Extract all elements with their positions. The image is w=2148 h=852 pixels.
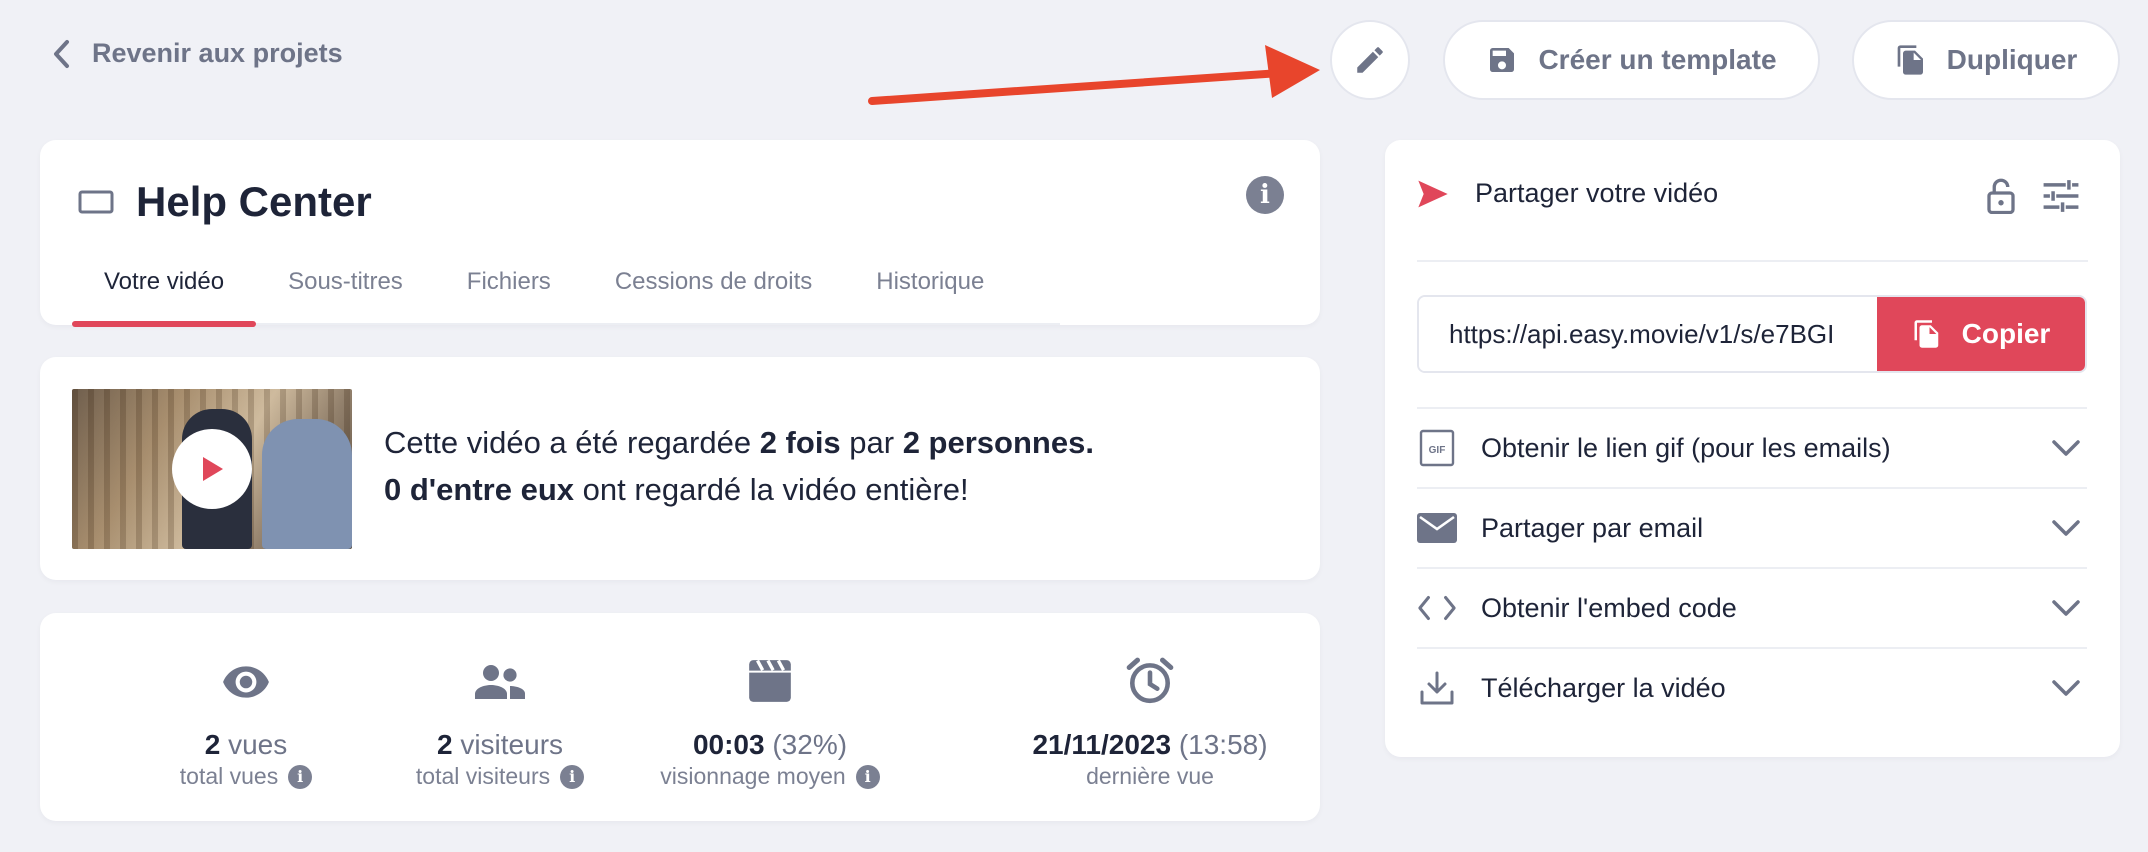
pencil-icon xyxy=(1357,47,1383,73)
info-icon[interactable]: i xyxy=(560,764,585,789)
eye-icon xyxy=(223,666,269,698)
people-count: 2 personnes. xyxy=(902,425,1094,460)
copy-label: Copier xyxy=(1961,318,2051,349)
accordion-share-email[interactable]: Partager par email xyxy=(1417,487,2087,567)
tab-cessions-de-droits[interactable]: Cessions de droits xyxy=(583,265,844,325)
settings-sliders-icon[interactable] xyxy=(2042,178,2080,214)
copy-button[interactable]: Copier xyxy=(1877,297,2085,371)
tab-fichiers[interactable]: Fichiers xyxy=(435,265,583,325)
project-tabs: Votre vidéo Sous-titres Fichiers Cession… xyxy=(72,265,1060,327)
info-icon[interactable]: i xyxy=(855,764,880,789)
lock-open-icon[interactable] xyxy=(1986,178,2016,214)
tab-sous-titres[interactable]: Sous-titres xyxy=(256,265,435,325)
gif-icon: GIF xyxy=(1419,429,1455,467)
chevron-down-icon xyxy=(2052,600,2080,616)
video-frame-icon xyxy=(78,190,114,214)
share-url-box: Copier xyxy=(1417,295,2087,373)
share-url-input[interactable] xyxy=(1419,297,1877,371)
stat-last-view: 21/11/2023 (13:58) dernière vue xyxy=(960,653,1340,790)
views-summary-card: Cette vidéo a été regardée 2 fois par 2 … xyxy=(40,357,1320,580)
send-icon xyxy=(1418,180,1448,207)
accordion-download-video[interactable]: Télécharger la vidéo xyxy=(1417,647,2087,727)
copy-icon xyxy=(1897,45,1923,75)
duplicate-button[interactable]: Dupliquer xyxy=(1852,20,2120,100)
chevron-down-icon xyxy=(2052,440,2080,456)
create-template-button[interactable]: Créer un template xyxy=(1443,20,1820,100)
alarm-clock-icon xyxy=(1126,657,1174,704)
back-link-label: Revenir aux projets xyxy=(92,38,343,68)
stat-average-watch: 00:03 (32%) visionnage moyen i xyxy=(620,653,920,790)
clapperboard-icon xyxy=(749,660,791,702)
project-header-card: Help Center i Votre vidéo Sous-titres Fi… xyxy=(40,140,1320,327)
play-icon xyxy=(203,457,223,481)
tab-historique[interactable]: Historique xyxy=(844,265,1016,325)
video-thumbnail[interactable] xyxy=(72,389,352,549)
save-icon xyxy=(1490,48,1515,72)
people-icon xyxy=(475,665,525,699)
accordion-embed-code[interactable]: Obtenir l'embed code xyxy=(1417,567,2087,647)
chevron-down-icon xyxy=(2052,680,2080,696)
accordion-gif-link[interactable]: GIF Obtenir le lien gif (pour les emails… xyxy=(1417,407,2087,487)
share-panel: Partager votre vidéo Copier GIF Obtenir … xyxy=(1385,140,2120,757)
info-icon[interactable]: i xyxy=(288,764,313,789)
annotation-arrow xyxy=(868,45,1320,105)
chevron-down-icon xyxy=(2052,520,2080,536)
stats-card: 2 vues total vues i 2 visiteurs total vis… xyxy=(40,613,1320,821)
envelope-icon xyxy=(1417,513,1457,543)
copy-icon xyxy=(1914,320,1938,348)
back-to-projects-link[interactable]: Revenir aux projets xyxy=(52,38,343,69)
duplicate-label: Dupliquer xyxy=(1946,44,2078,75)
view-count: 2 fois xyxy=(759,425,841,460)
edit-button[interactable] xyxy=(1330,20,1410,100)
info-icon[interactable]: i xyxy=(1246,176,1284,214)
tab-votre-video[interactable]: Votre vidéo xyxy=(72,265,257,327)
play-button[interactable] xyxy=(172,429,252,509)
full-view-count: 0 d'entre eux xyxy=(384,472,574,507)
views-summary-text: Cette vidéo a été regardée 2 fois par 2 … xyxy=(384,425,1094,507)
code-icon xyxy=(1418,596,1456,620)
download-icon xyxy=(1420,671,1454,705)
share-title: Partager votre vidéo xyxy=(1475,178,1719,208)
svg-text:GIF: GIF xyxy=(1429,445,1446,456)
project-title: Help Center xyxy=(136,178,372,225)
create-template-label: Créer un template xyxy=(1538,44,1777,75)
stat-total-visitors: 2 visiteurs total visiteurs i xyxy=(350,653,650,790)
chevron-left-icon xyxy=(54,39,69,68)
